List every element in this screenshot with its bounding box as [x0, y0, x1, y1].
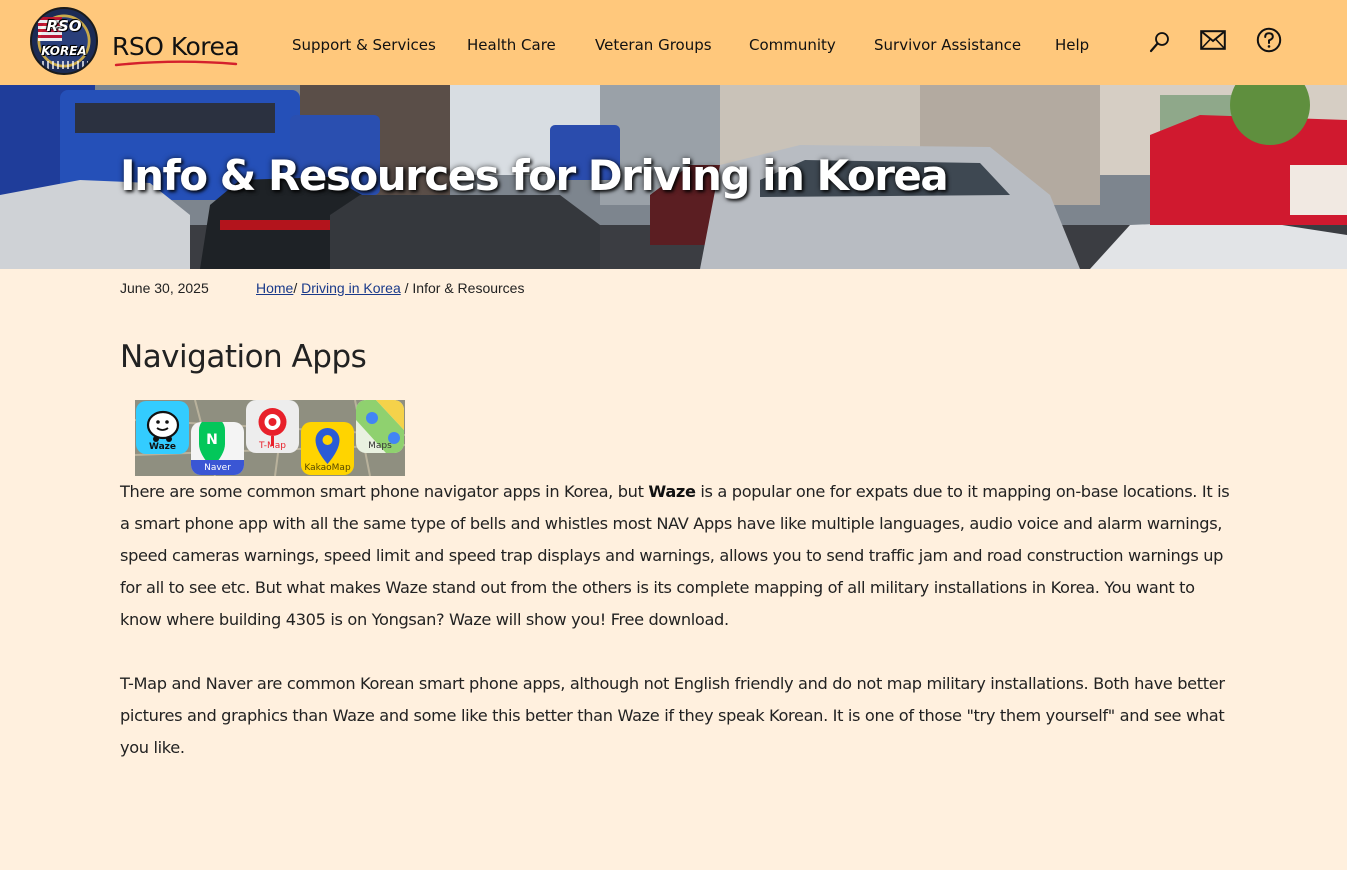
app-label-maps: Maps — [368, 441, 392, 451]
breadcrumb-current: Infor & Resources — [412, 280, 525, 296]
brand-underline — [114, 60, 238, 67]
rso-korea-seal-icon[interactable]: RSO KOREA — [30, 7, 98, 75]
tmap-icon: T-Map — [246, 400, 299, 453]
site-header: RSO KOREA RSO Korea Support & Services H… — [0, 0, 1347, 85]
kakaomap-icon: KakaoMap — [301, 422, 354, 475]
page-title: Info & Resources for Driving in Korea — [120, 151, 949, 200]
app-label-tmap: T-Map — [259, 441, 286, 451]
paragraph-waze-intro: There are some common smart phone naviga… — [120, 482, 649, 501]
brand-name[interactable]: RSO Korea — [112, 32, 240, 61]
breadcrumb: Home/ Driving in Korea / Infor & Resourc… — [256, 280, 524, 296]
post-date: June 30, 2025 — [120, 280, 209, 296]
navigation-apps-image: Waze N Naver T-Map KakaoMap Maps — [135, 400, 405, 476]
logo-text-line2: KOREA — [41, 44, 87, 58]
waze-icon: Waze — [136, 401, 189, 454]
section-title: Navigation Apps — [120, 339, 367, 375]
app-label-kakaomap: KakaoMap — [304, 463, 351, 473]
paragraph-korean-apps: T-Map and Naver are common Korean smart … — [120, 674, 1225, 757]
svg-text:N: N — [206, 432, 218, 448]
nav-community[interactable]: Community — [749, 36, 836, 54]
logo-text-line1: RSO — [46, 17, 82, 35]
breadcrumb-home-link[interactable]: Home — [256, 280, 293, 296]
breadcrumb-separator: / — [404, 280, 409, 296]
seal-stars — [42, 61, 88, 69]
nav-health-care[interactable]: Health Care — [467, 36, 556, 54]
help-circle-icon[interactable] — [1256, 27, 1282, 53]
mail-icon[interactable] — [1200, 30, 1226, 50]
app-label-naver: Naver — [204, 463, 231, 473]
nav-support-services[interactable]: Support & Services — [292, 36, 436, 54]
nav-veteran-groups[interactable]: Veteran Groups — [595, 36, 712, 54]
search-icon[interactable] — [1148, 30, 1172, 54]
google-maps-icon: Maps — [356, 400, 404, 453]
nav-survivor-assistance[interactable]: Survivor Assistance — [874, 36, 1021, 54]
paragraph-waze-body: is a popular one for expats due to it ma… — [120, 482, 1230, 629]
breadcrumb-separator: / — [293, 280, 298, 296]
app-label-waze: Waze — [148, 442, 177, 452]
waze-emphasis: Waze — [648, 482, 696, 501]
nav-help[interactable]: Help — [1055, 36, 1089, 54]
naver-map-icon: N Naver — [191, 422, 244, 475]
paragraph-waze: There are some common smart phone naviga… — [120, 476, 1230, 636]
hero-banner: Info & Resources for Driving in Korea — [0, 85, 1347, 269]
breadcrumb-driving-link[interactable]: Driving in Korea — [301, 280, 401, 296]
